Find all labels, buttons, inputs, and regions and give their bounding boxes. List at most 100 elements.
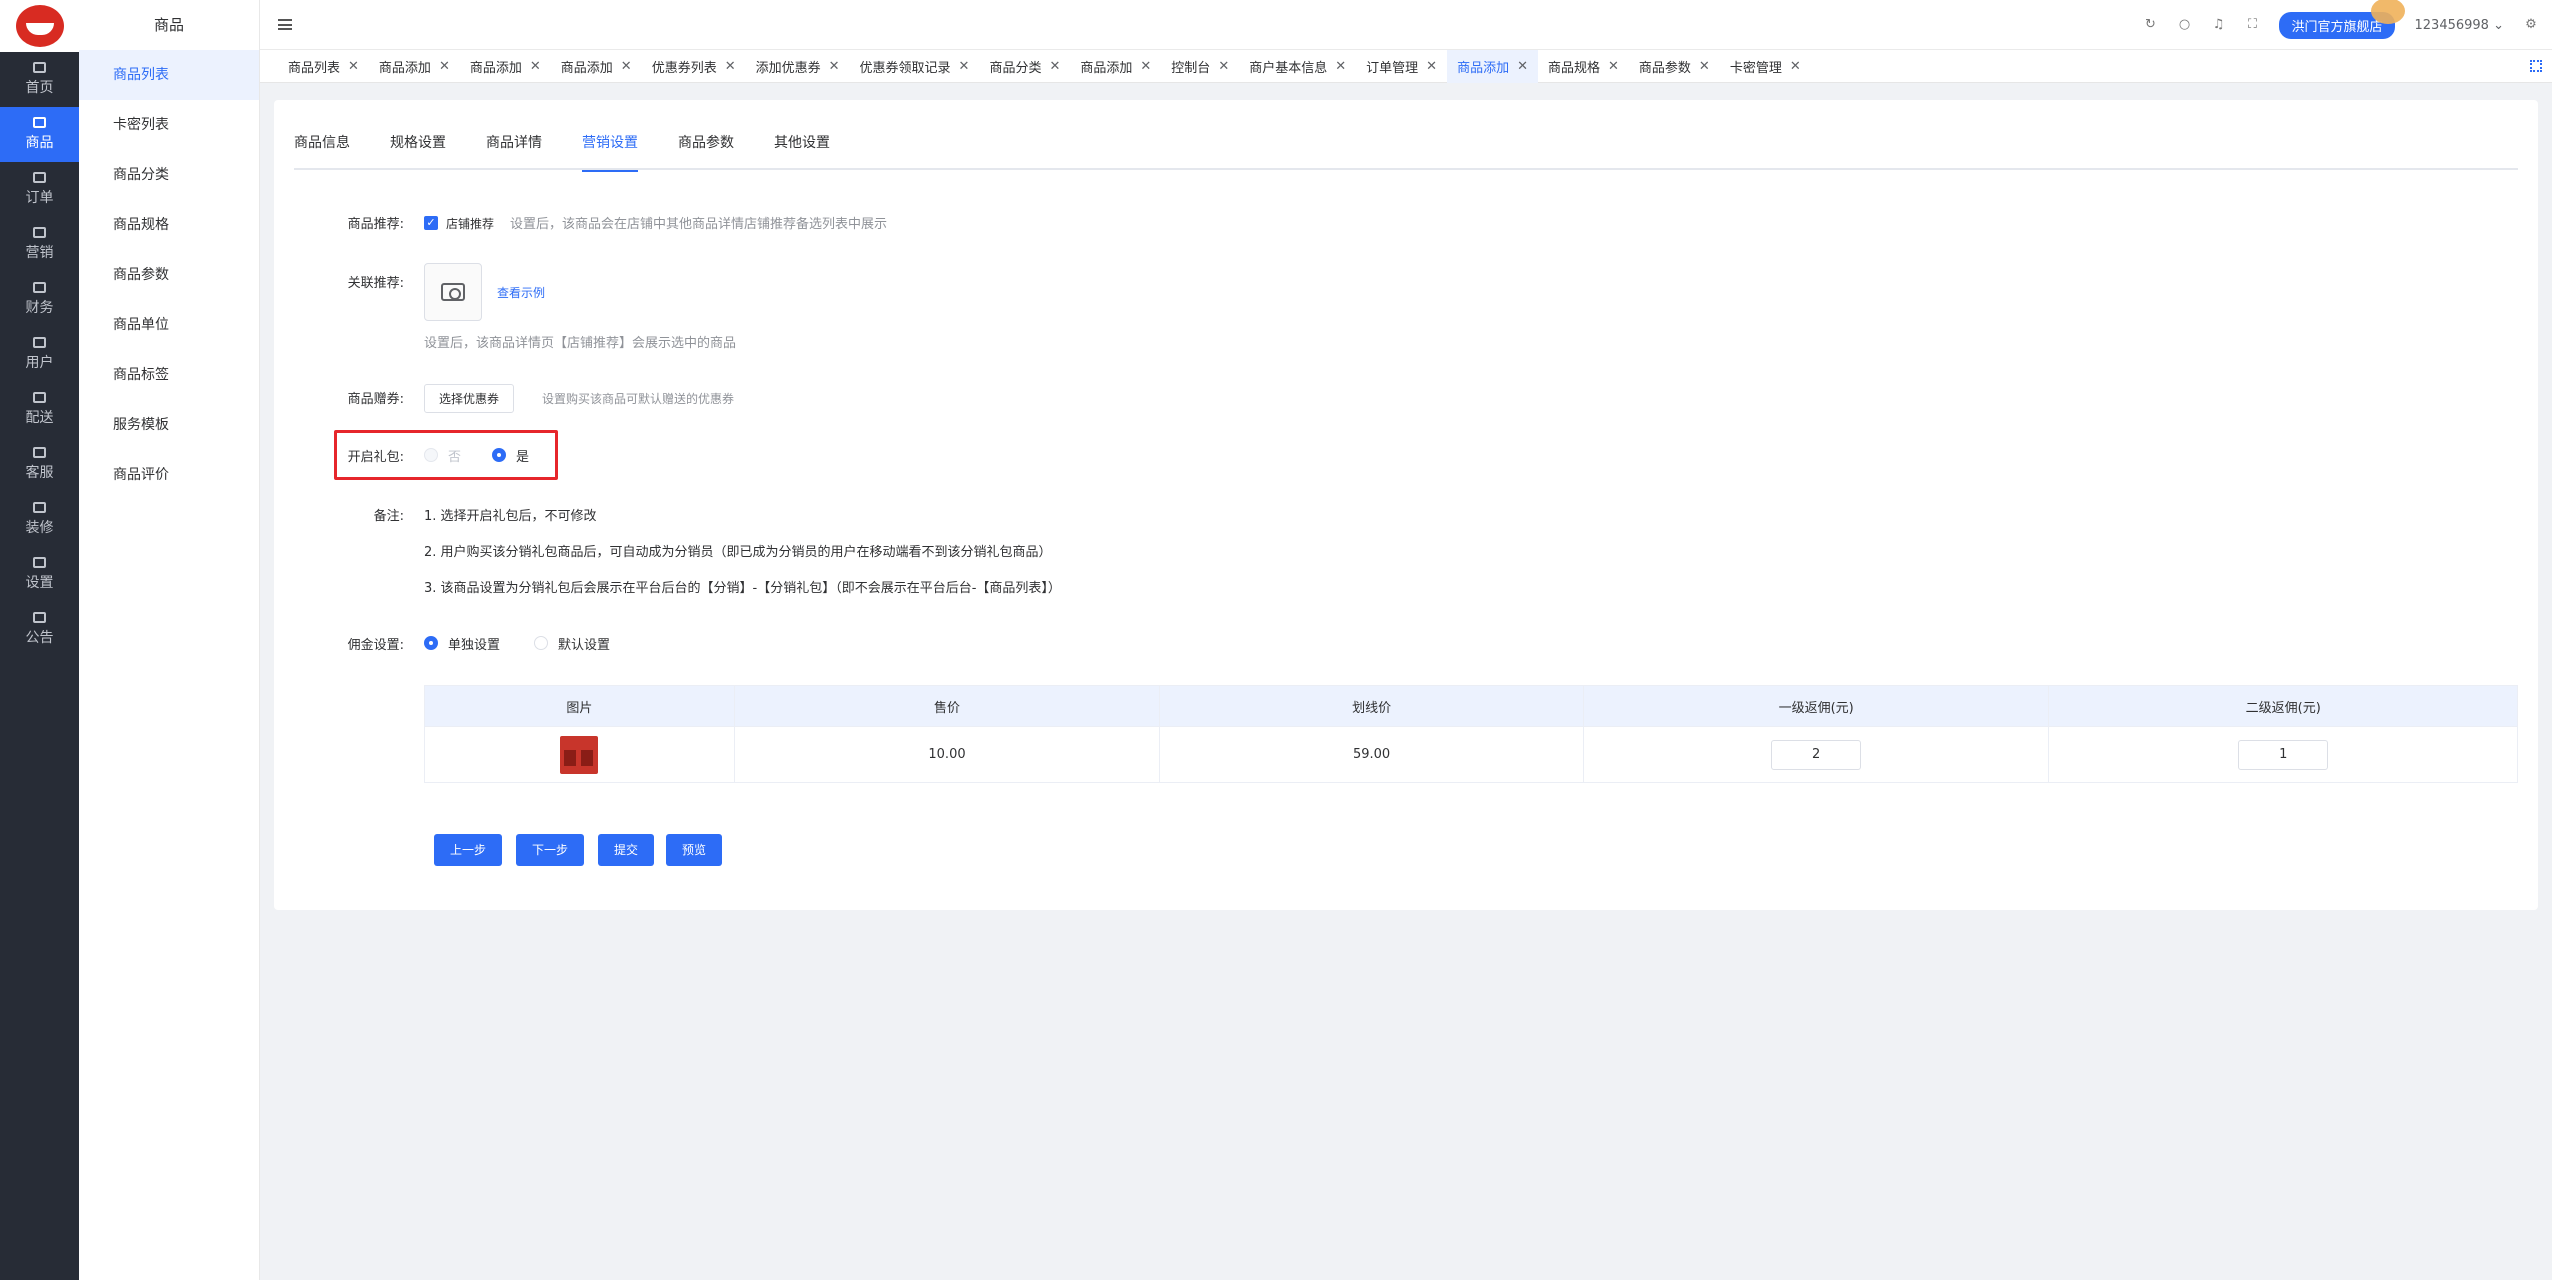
page-tab[interactable]: 优惠券领取记录 ✕	[850, 50, 980, 83]
tabs-menu-icon[interactable]	[2530, 60, 2542, 72]
page-tab[interactable]: 卡密管理 ✕	[1720, 50, 1811, 83]
column-header-price: 售价	[735, 686, 1161, 726]
prev-step-button[interactable]: 上一步	[434, 834, 503, 866]
close-icon[interactable]: ✕	[530, 59, 541, 74]
close-icon[interactable]: ✕	[1426, 59, 1437, 74]
chevron-down-icon: ⌄	[2493, 17, 2504, 33]
page-tab-label: 商品添加	[1080, 60, 1133, 76]
submenu-item-card-list[interactable]: 卡密列表	[79, 100, 259, 150]
close-icon[interactable]: ✕	[1335, 59, 1346, 74]
submit-button[interactable]: 提交	[598, 834, 655, 866]
tab-product-params[interactable]: 商品参数	[678, 128, 734, 170]
page-tab[interactable]: 商品添加 ✕	[551, 50, 642, 83]
level2-cell: 1	[2049, 727, 2517, 782]
rail-item-orders[interactable]: 订单	[0, 162, 79, 217]
close-icon[interactable]: ✕	[959, 59, 970, 74]
submenu-item-product-list[interactable]: 商品列表	[79, 50, 259, 100]
rail-item-delivery[interactable]: 配送	[0, 382, 79, 437]
rail-item-service[interactable]: 客服	[0, 437, 79, 492]
tab-product-info[interactable]: 商品信息	[294, 128, 350, 170]
tab-product-details[interactable]: 商品详情	[486, 128, 542, 170]
close-icon[interactable]: ✕	[1218, 59, 1229, 74]
page-tab[interactable]: 商品列表 ✕	[278, 50, 369, 83]
next-step-button[interactable]: 下一步	[516, 834, 585, 866]
rail-item-settings[interactable]: 设置	[0, 547, 79, 602]
package-yes-radio[interactable]	[492, 448, 506, 462]
level2-commission-input[interactable]: 1	[2238, 739, 2329, 770]
close-icon[interactable]: ✕	[1790, 59, 1801, 74]
refresh-icon[interactable]: ↻	[2143, 18, 2157, 32]
page-tab-label: 商品添加	[378, 60, 431, 76]
tab-spec-settings[interactable]: 规格设置	[390, 128, 446, 170]
page-tab[interactable]: 商品添加 ✕	[460, 50, 551, 83]
rail-item-home[interactable]: 首页	[0, 52, 79, 107]
close-icon[interactable]: ✕	[1140, 59, 1151, 74]
tab-marketing-settings[interactable]: 营销设置	[582, 128, 638, 172]
rail-item-products[interactable]: 商品	[0, 107, 79, 162]
page-tab[interactable]: 商品添加 ✕	[1070, 50, 1161, 83]
preview-button[interactable]: 预览	[666, 834, 723, 866]
close-icon[interactable]: ✕	[725, 59, 736, 74]
close-icon[interactable]: ✕	[1699, 59, 1710, 74]
commission-single-radio[interactable]	[424, 636, 438, 650]
page-tab-active[interactable]: 商品添加 ✕	[1447, 49, 1538, 83]
page-tab-label: 商品参数	[1638, 60, 1691, 76]
page-tab[interactable]: 商品规格 ✕	[1538, 50, 1629, 83]
choose-coupon-button[interactable]: 选择优惠券	[424, 384, 515, 413]
close-icon[interactable]: ✕	[348, 59, 359, 74]
rail-item-decoration[interactable]: 装修	[0, 492, 79, 547]
camera-icon	[441, 283, 465, 301]
brand-logo[interactable]	[0, 0, 79, 52]
bell-icon	[33, 227, 46, 238]
close-icon[interactable]: ✕	[1517, 59, 1528, 74]
main-nav-rail: 首页 商品 订单 营销 财务 用户 配送 客服 装修 设置 公告	[0, 0, 79, 1280]
submenu-item-spec[interactable]: 商品规格	[79, 200, 259, 250]
close-icon[interactable]: ✕	[439, 59, 450, 74]
submenu-item-service-template[interactable]: 服务模板	[79, 400, 259, 450]
gear-icon	[33, 557, 46, 568]
level1-commission-input[interactable]: 2	[1771, 739, 1862, 770]
page-tab[interactable]: 商品分类 ✕	[979, 50, 1070, 83]
package-no-radio[interactable]	[424, 448, 438, 462]
rail-item-users[interactable]: 用户	[0, 327, 79, 382]
page-tab[interactable]: 优惠券列表 ✕	[642, 50, 746, 83]
fullscreen-icon[interactable]: ⛶	[2245, 18, 2259, 32]
page-tab[interactable]: 添加优惠券 ✕	[746, 50, 850, 83]
package-yes-label: 是	[516, 450, 530, 465]
store-recommend-checkbox[interactable]: ✓	[424, 216, 438, 230]
tab-other-settings[interactable]: 其他设置	[774, 128, 830, 170]
rail-item-finance[interactable]: 财务	[0, 272, 79, 327]
page-tab[interactable]: 商品参数 ✕	[1629, 50, 1720, 83]
rail-item-notice[interactable]: 公告	[0, 602, 79, 657]
submenu-item-params[interactable]: 商品参数	[79, 250, 259, 300]
gear-icon[interactable]: ⚙	[2524, 18, 2538, 32]
page-tab[interactable]: 订单管理 ✕	[1356, 50, 1447, 83]
user-menu[interactable]: 123456998 ⌄	[2415, 18, 2505, 33]
submenu-item-tags[interactable]: 商品标签	[79, 350, 259, 400]
related-label: 关联推荐:	[347, 276, 404, 291]
column-header-level2: 二级返佣(元)	[2245, 700, 2321, 716]
related-upload[interactable]	[424, 263, 482, 321]
bell-icon[interactable]: ♫	[2211, 18, 2225, 32]
page-tab[interactable]: 商品添加 ✕	[369, 50, 460, 83]
close-icon[interactable]: ✕	[829, 59, 840, 74]
close-icon[interactable]: ✕	[1049, 59, 1060, 74]
search-icon[interactable]: ○	[2177, 18, 2191, 32]
close-icon[interactable]: ✕	[1608, 59, 1619, 74]
page-tab[interactable]: 控制台 ✕	[1161, 50, 1239, 83]
rail-item-label: 设置	[25, 575, 54, 591]
rail-item-marketing[interactable]: 营销	[0, 217, 79, 272]
page-tab[interactable]: 商户基本信息 ✕	[1239, 50, 1356, 83]
submenu-item-reviews[interactable]: 商品评价	[79, 450, 259, 500]
view-example-link[interactable]: 查看示例	[497, 284, 545, 301]
close-icon[interactable]: ✕	[621, 59, 632, 74]
logo-icon	[15, 5, 64, 47]
note-line: 2. 用户购买该分销礼包商品后，可自动成为分销员（即已成为分销员的用户在移动端看…	[424, 545, 1052, 560]
shop-switch-button[interactable]: 洪门官方旗舰店	[2279, 0, 2405, 39]
submenu-item-unit[interactable]: 商品单位	[79, 300, 259, 350]
menu-toggle-icon[interactable]	[278, 19, 292, 30]
commission-default-radio[interactable]	[534, 636, 548, 650]
headset-icon	[33, 447, 46, 458]
submenu-item-category[interactable]: 商品分类	[79, 150, 259, 200]
rail-item-label: 配送	[25, 410, 54, 426]
